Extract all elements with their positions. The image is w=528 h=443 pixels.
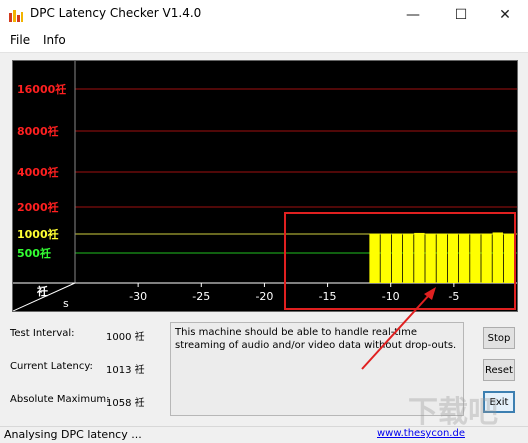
latency-bar	[391, 233, 403, 283]
current-latency-label: Current Latency:	[10, 361, 93, 372]
latency-bar	[492, 232, 503, 283]
latency-chart: 16000祍 8000祍 4000祍 2000祍 1000祍 500祍祍 s -30 -25 -2…	[13, 61, 517, 311]
test-interval-value: 1000 祍	[106, 332, 145, 343]
title-bar: DPC Latency Checker V1.4.0 — ☐ ✕	[0, 0, 528, 30]
latency-bar	[369, 233, 380, 283]
absolute-maximum-value: 1058 祍	[106, 398, 145, 409]
status-text: Analysing DPC latency ...	[4, 428, 142, 441]
close-icon: ✕	[499, 7, 511, 23]
x-tick-label: -10	[382, 290, 400, 303]
maximize-icon: ☐	[454, 7, 468, 23]
app-icon	[9, 10, 23, 22]
x-axis-label: s	[63, 297, 69, 310]
x-tick-label: -25	[192, 290, 210, 303]
minimize-button[interactable]: —	[390, 0, 436, 30]
absolute-maximum-label: Absolute Maximum:	[10, 394, 110, 405]
menu-info[interactable]: Info	[43, 33, 66, 47]
minimize-icon: —	[406, 7, 420, 23]
latency-bar	[380, 233, 391, 283]
menu-bar: File Info	[0, 30, 528, 53]
status-message: This machine should be able to handle re…	[175, 327, 457, 351]
close-button[interactable]: ✕	[482, 0, 528, 30]
latency-bar	[481, 233, 492, 283]
reset-button[interactable]: Reset	[483, 359, 515, 381]
y-tick-label: 4000祍	[17, 165, 59, 179]
x-tick-label: -5	[448, 290, 459, 303]
maximize-button[interactable]: ☐	[438, 0, 484, 30]
x-tick-label: -20	[255, 290, 273, 303]
y-tick-label: 1000祍	[17, 227, 59, 241]
latency-bar	[414, 232, 425, 283]
latency-bar	[425, 233, 436, 283]
y-tick-label: 8000祍	[17, 124, 59, 138]
window-title: DPC Latency Checker V1.4.0	[30, 6, 202, 20]
watermark-text: 下载吧	[408, 395, 498, 430]
latency-graph: 16000祍 8000祍 4000祍 2000祍 1000祍 500祍祍 s -30 -25 -2…	[12, 60, 518, 312]
latency-bar	[447, 233, 459, 283]
stop-button[interactable]: Stop	[483, 327, 515, 349]
menu-file[interactable]: File	[10, 33, 30, 47]
x-tick-label: -30	[129, 290, 147, 303]
website-link[interactable]: www.thesycon.de	[377, 428, 465, 439]
latency-bar	[470, 233, 481, 283]
current-latency-value: 1013 祍	[106, 365, 145, 376]
x-tick-label: -15	[319, 290, 337, 303]
latency-bar	[436, 233, 447, 283]
y-tick-label: 500祍	[17, 246, 51, 260]
test-interval-label: Test Interval:	[10, 328, 75, 339]
latency-bar	[403, 233, 414, 283]
latency-bar	[459, 233, 470, 283]
y-tick-label: 2000祍	[17, 200, 59, 214]
y-unit-label: 祍	[36, 284, 48, 298]
status-bar: Analysing DPC latency ... www.thesycon.d…	[0, 426, 528, 443]
latency-bar	[503, 233, 515, 283]
y-tick-label: 16000祍	[17, 82, 66, 96]
